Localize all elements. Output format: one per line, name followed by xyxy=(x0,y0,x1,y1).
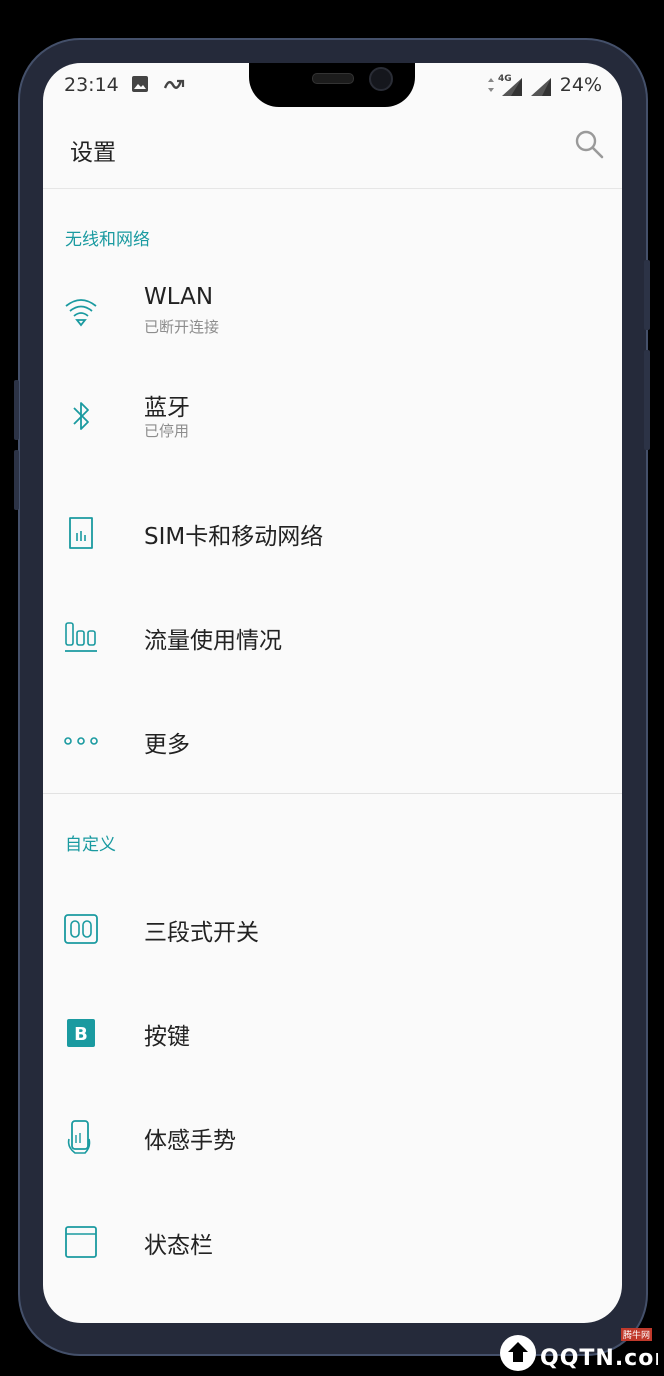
battery-percent: 24% xyxy=(559,74,602,96)
settings-item-title: 按键 xyxy=(144,1024,190,1050)
settings-item-buttons[interactable]: B 按键 xyxy=(43,981,622,1085)
settings-item-title: 三段式开关 xyxy=(144,920,259,946)
settings-item-title: 状态栏 xyxy=(144,1233,213,1259)
search-icon[interactable] xyxy=(572,127,606,161)
settings-item-more[interactable]: 更多 xyxy=(43,689,622,793)
settings-item-title: SIM卡和移动网络 xyxy=(144,524,324,550)
more-dots-icon xyxy=(64,737,98,745)
notch xyxy=(249,63,415,107)
section-header-wireless: 无线和网络 xyxy=(65,230,150,250)
volume-button xyxy=(14,450,19,510)
section-header-customize: 自定义 xyxy=(65,835,116,855)
signal-icon xyxy=(502,78,522,96)
settings-item-title: 更多 xyxy=(144,732,190,758)
settings-item-status-bar[interactable]: 状态栏 xyxy=(43,1190,622,1294)
buttons-icon: B xyxy=(67,1019,95,1047)
screen: 23:14 4G 24% 设置 无线和网络 WLAN 已断开连接 蓝牙 已停用 … xyxy=(43,63,622,1323)
app-bar: 设置 xyxy=(43,107,622,189)
bluetooth-icon xyxy=(73,402,89,430)
page-title: 设置 xyxy=(70,140,116,166)
settings-item-subtitle: 已断开连接 xyxy=(144,318,220,336)
volume-button xyxy=(14,380,19,440)
settings-item-alert-slider[interactable]: 三段式开关 xyxy=(43,877,622,981)
wifi-icon xyxy=(65,299,97,327)
earpiece xyxy=(312,73,354,84)
status-time: 23:14 xyxy=(64,74,119,96)
sim-card-icon xyxy=(69,517,93,549)
watermark-site: 腾牛网 xyxy=(620,1328,652,1341)
data-arrows-icon xyxy=(488,78,494,92)
watermark-brand: QQTN.com xyxy=(540,1346,658,1371)
settings-item-subtitle: 已停用 xyxy=(144,422,190,440)
settings-item-title: 蓝牙 xyxy=(144,395,190,421)
settings-item-title: WLAN xyxy=(144,284,214,310)
section-divider xyxy=(43,793,622,794)
watermark-logo: QQTN.com 腾牛网 xyxy=(496,1328,664,1372)
oneplus-link-icon xyxy=(163,79,185,89)
svg-text:B: B xyxy=(74,1024,88,1045)
settings-item-wlan[interactable]: WLAN 已断开连接 xyxy=(43,260,622,364)
data-usage-icon xyxy=(65,622,97,652)
power-button xyxy=(644,260,650,330)
settings-item-gestures[interactable]: 体感手势 xyxy=(43,1085,622,1189)
gesture-icon xyxy=(67,1120,91,1154)
alert-slider xyxy=(644,350,650,450)
signal-icon xyxy=(531,78,551,96)
gallery-icon xyxy=(132,76,148,92)
settings-item-data-usage[interactable]: 流量使用情况 xyxy=(43,585,622,689)
settings-item-title: 流量使用情况 xyxy=(144,628,282,654)
settings-item-bluetooth[interactable]: 蓝牙 已停用 xyxy=(43,364,622,468)
settings-item-sim[interactable]: SIM卡和移动网络 xyxy=(43,481,622,585)
settings-item-title: 体感手势 xyxy=(144,1128,236,1154)
front-camera xyxy=(369,67,393,91)
alert-slider-icon xyxy=(64,914,98,944)
status-bar-icon xyxy=(65,1226,97,1258)
